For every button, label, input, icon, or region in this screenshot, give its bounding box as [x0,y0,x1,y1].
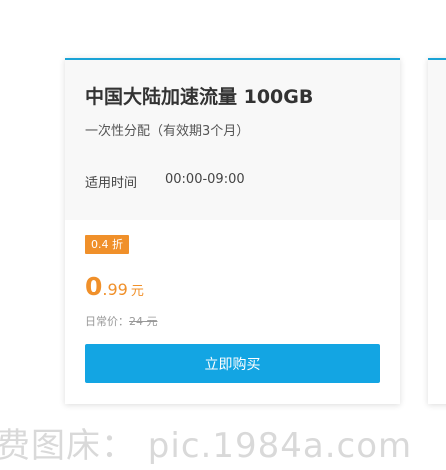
price-decimal: .99 [102,280,128,299]
card-header: 中国大陆加速流量 100GB 一次性分配（有效期3个月） 适用时间 00:00-… [65,60,400,220]
plan-card: 中国大陆加速流量 100GB 一次性分配（有效期3个月） 适用时间 00:00-… [65,58,400,404]
regular-price-label: 日常价： [85,315,129,328]
price-integer: 0 [85,272,103,301]
plan-description: 一次性分配（有效期3个月） [85,124,250,139]
plan-title: 中国大陆加速流量 100GB [85,86,314,108]
price-unit: 元 [130,284,144,299]
discount-badge: 0.4 折 [85,235,129,254]
time-label: 适用时间 [85,176,138,191]
regular-price-line: 日常价：24 元 [85,313,158,329]
next-card-header [428,60,446,220]
price: 0.99 元 [85,272,144,301]
buy-now-button[interactable]: 立即购买 [85,344,380,383]
next-plan-card-partial [428,58,446,404]
time-value: 00:00-09:00 [165,172,245,187]
regular-price: 24 元 [129,315,158,328]
watermark-text: 费图床： pic.1984a.com [0,426,413,466]
page: 中国大陆加速流量 100GB 一次性分配（有效期3个月） 适用时间 00:00-… [0,0,446,470]
